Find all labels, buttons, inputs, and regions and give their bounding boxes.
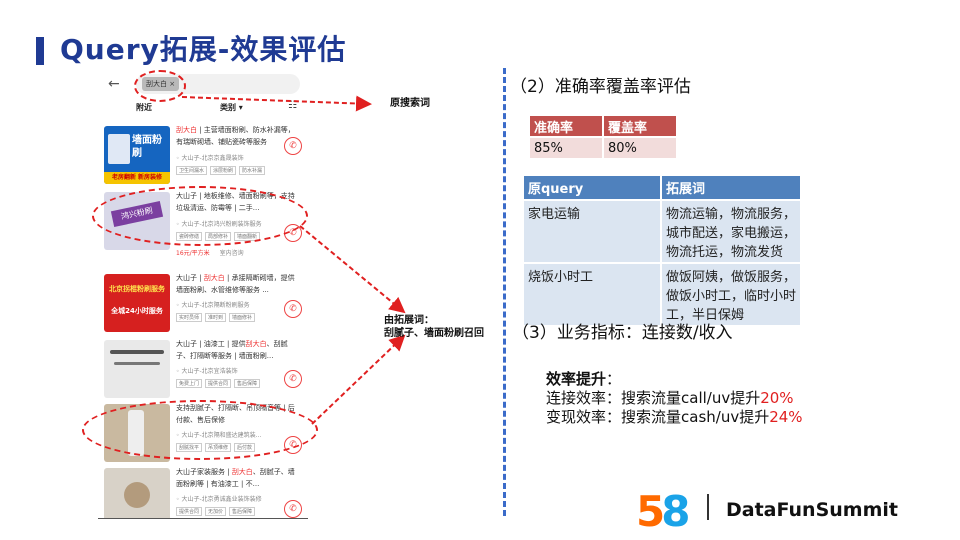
- table-cell-expansions: 物流运输，物流服务，城市配送，家电搬运，物流托运，物流发货: [660, 199, 802, 264]
- table-row: 家电运输 物流运输，物流服务，城市配送，家电搬运，物流托运，物流发货: [522, 199, 802, 264]
- arrow-to-original-query: [181, 95, 372, 112]
- table-cell-expansions: 做饭阿姨，做饭服务，做饭小时工，临时小时工，半日保姆: [660, 262, 802, 327]
- annotation-arrows: [181, 95, 406, 425]
- table-header-cell: 覆盖率: [602, 114, 678, 138]
- expanded-query-label-line2: 刮腻子、墙面粉刷召回: [384, 328, 484, 339]
- coverage-value: 80%: [602, 136, 678, 160]
- logo-digit-8: 8: [661, 487, 690, 536]
- 58-logo: 58: [636, 491, 691, 533]
- metric-label: 变现效率：搜索流量cash/uv提升: [546, 408, 770, 426]
- efficiency-line-connect: 连接效率：搜索流量call/uv提升20%: [546, 389, 803, 408]
- accuracy-coverage-table: 准确率 覆盖率 85% 80%: [528, 114, 678, 160]
- expanded-query-label-line1: 由拓展词：: [384, 315, 434, 326]
- metric-value: 24%: [769, 408, 803, 426]
- datafunsummit-logo: DataFunSummit: [726, 499, 898, 521]
- table-cell-query: 家电运输: [522, 199, 662, 264]
- query-expansion-table: 原query 拓展词 家电运输 物流运输，物流服务，城市配送，家电搬运，物流托运…: [522, 174, 802, 327]
- table-cell-query: 烧饭小时工: [522, 262, 662, 327]
- efficiency-block: 效率提升： 连接效率：搜索流量call/uv提升20% 变现效率：搜索流量cas…: [546, 370, 803, 427]
- section-business-metrics: （3）业务指标：连接数/收入: [512, 323, 733, 343]
- table-header-cell: 拓展词: [660, 174, 802, 201]
- original-query-label: 原搜索词: [390, 98, 430, 109]
- section-accuracy-coverage: （2）准确率覆盖率评估: [510, 77, 691, 97]
- table-header-cell: 原query: [522, 174, 662, 201]
- efficiency-colon: ：: [606, 370, 622, 388]
- vertical-dashed-divider: [503, 68, 506, 516]
- table-header-cell: 准确率: [528, 114, 604, 138]
- arrow-to-expansion-label: [299, 225, 406, 314]
- efficiency-title: 效率提升: [546, 370, 607, 388]
- efficiency-line-monetize: 变现效率：搜索流量cash/uv提升24%: [546, 408, 803, 427]
- accuracy-value: 85%: [528, 136, 604, 160]
- logo-digit-5: 5: [636, 487, 665, 536]
- arrow-to-expansion-label: [311, 334, 406, 425]
- logo-separator: [707, 494, 709, 520]
- metric-value: 20%: [760, 389, 794, 407]
- efficiency-title-line: 效率提升：: [546, 370, 803, 389]
- metric-label: 连接效率：搜索流量call/uv提升: [546, 389, 761, 407]
- table-row: 烧饭小时工 做饭阿姨，做饭服务，做饭小时工，临时小时工，半日保姆: [522, 262, 802, 327]
